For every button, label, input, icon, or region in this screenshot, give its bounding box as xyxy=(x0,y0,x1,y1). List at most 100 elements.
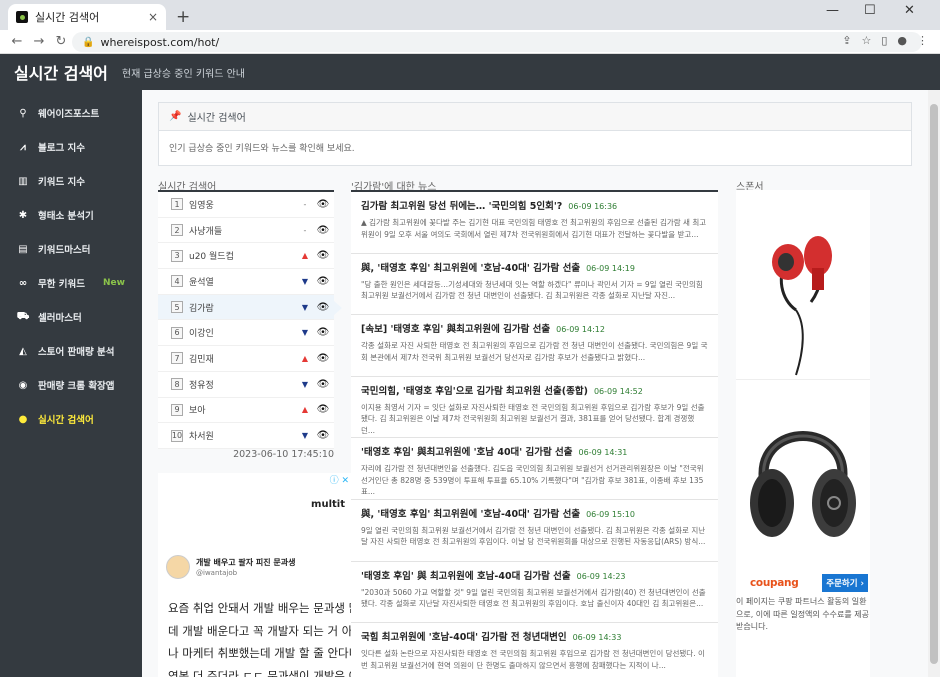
eye-icon[interactable]: 👁 xyxy=(312,404,334,415)
eye-icon[interactable]: 👁 xyxy=(312,199,334,210)
news-desc: 잇다른 설화 논란으로 자진사퇴한 태영호 전 국민의힘 최고위원 후임으로 김… xyxy=(361,649,705,670)
news-item[interactable]: 국힘 최고위원에 '호남-40대' 김가람 전 청년대변인 06-09 14:33… xyxy=(351,623,718,677)
news-item[interactable]: '태영호 후임' 與최고위원에 '호남 40대' 김가람 선출 06-09 14:… xyxy=(351,438,718,500)
ad-line: 데 개발 배운다고 꼭 개발자 되는 거 아님! xyxy=(168,623,351,638)
keyword-row[interactable]: 7 김민재 ▲ 👁 xyxy=(158,346,334,372)
news-desc: "2030과 5060 가교 역할할 것" 9일 열린 국민의힘 최고위원 보궐… xyxy=(361,587,706,609)
site-title[interactable]: 실시간 검색어 xyxy=(14,60,108,84)
sidebar-item-keyword-index[interactable]: ▥ 키워드 지수 xyxy=(0,164,142,198)
new-tab-button[interactable]: + xyxy=(176,7,190,27)
news-title[interactable]: 김가람 최고위원 당선 뒤에는… '국민의힘 5인회'? xyxy=(361,201,562,212)
news-title[interactable]: [속보] '태영호 후임' 與최고위원에 김가람 선출 xyxy=(361,324,550,335)
eye-icon[interactable]: 👁 xyxy=(312,276,334,287)
share-icon[interactable]: ⇪ xyxy=(842,34,851,47)
keyword-text: 보아 xyxy=(189,406,206,417)
news-item[interactable]: 국민의힘, '태영호 후임'으로 김가람 최고위원 선출(종합) 06-09 14… xyxy=(351,377,718,439)
news-title-line[interactable]: 與, '태영호 후임' 최고위원에 '호남-40대' 김가람 선출 06-09 1… xyxy=(361,506,708,520)
address-toolbar: ← → ↻ 🔒 whereispost.com/hot/ ⇪ ☆ ▯ ● ⋮ xyxy=(0,30,940,54)
news-title[interactable]: 與, '태영호 후임' 최고위원에 '호남-40대' 김가람 선출 xyxy=(361,263,580,274)
keyword-row[interactable]: 2 사냥개들 - 👁 xyxy=(158,218,334,244)
keyword-text: 윤석열 xyxy=(189,277,214,288)
news-title-line[interactable]: 김가람 최고위원 당선 뒤에는… '국민의힘 5인회'? 06-09 16:36 xyxy=(361,198,708,212)
news-title-line[interactable]: '태영호 후임' 與 최고위원에 호남-40대 김가람 선출 06-09 14:2… xyxy=(361,568,708,582)
news-title-line[interactable]: 국힘 최고위원에 '호남-40대' 김가람 전 청년대변인 06-09 14:33 xyxy=(361,629,708,643)
news-title[interactable]: 與, '태영호 후임' 최고위원에 '호남-40대' 김가람 선출 xyxy=(361,509,580,520)
news-title[interactable]: '태영호 후임' 與최고위원에 '호남 40대' 김가람 선출 xyxy=(361,447,573,458)
sidebar-item-realtime[interactable]: ● 실시간 검색어 xyxy=(0,402,142,436)
keyword-row-selected[interactable]: 5 김가람 ▼ 👁 xyxy=(158,294,342,321)
news-title-line[interactable]: 與, '태영호 후임' 최고위원에 '호남-40대' 김가람 선출 06-09 1… xyxy=(361,260,708,274)
headphone-product-image[interactable] xyxy=(736,381,870,573)
profile-icon[interactable]: ● xyxy=(897,34,907,47)
news-title-line[interactable]: [속보] '태영호 후임' 與최고위원에 김가람 선출 06-09 14:12 xyxy=(361,321,708,335)
keyword-row[interactable]: 9 보아 ▲ 👁 xyxy=(158,398,334,424)
news-item[interactable]: '태영호 후임' 與 최고위원에 호남-40대 김가람 선출 06-09 14:2… xyxy=(351,562,718,624)
eye-icon[interactable]: 👁 xyxy=(312,225,334,236)
news-time: 06-09 14:31 xyxy=(578,448,628,458)
sidebar-item-morpheme[interactable]: ✱ 형태소 분석기 xyxy=(0,198,142,232)
keyword-row[interactable]: 10 차서원 ▼ 👁 xyxy=(158,423,334,449)
news-item[interactable]: 김가람 최고위원 당선 뒤에는… '국민의힘 5인회'? 06-09 16:36 … xyxy=(351,192,718,254)
sidebar-item-label: 키워드 지수 xyxy=(38,177,86,188)
news-title-line[interactable]: 국민의힘, '태영호 후임'으로 김가람 최고위원 선출(종합) 06-09 14… xyxy=(361,383,708,397)
eye-icon[interactable]: 👁 xyxy=(312,430,334,441)
sidebar-item-store-sales[interactable]: ◭ 스토어 판매량 분석 xyxy=(0,334,142,368)
eye-icon[interactable]: 👁 xyxy=(312,379,334,390)
forward-icon[interactable]: → xyxy=(28,34,50,49)
url-bar[interactable]: 🔒 whereispost.com/hot/ xyxy=(72,32,922,52)
keyword-row[interactable]: 4 윤석열 ▼ 👁 xyxy=(158,269,334,295)
close-tab-icon[interactable]: × xyxy=(148,10,158,24)
keyword-row[interactable]: 3 u20 월드컵 ▲ 👁 xyxy=(158,243,334,270)
pushpin-icon: 📌 xyxy=(169,111,182,122)
eye-icon[interactable]: 👁 xyxy=(312,250,334,261)
news-desc: 9일 열린 국민의힘 최고위원 보궐선거에서 김가람 전 청년 대변인이 선출됐… xyxy=(361,525,706,547)
keyword-text: 차서원 xyxy=(189,432,214,443)
sidebar-item-infinite-keyword[interactable]: ∞ 무한 키워드 New xyxy=(0,266,142,300)
page-scrollbar[interactable] xyxy=(928,90,940,677)
url-text: whereispost.com/hot/ xyxy=(100,35,220,49)
eye-icon[interactable]: 👁 xyxy=(312,327,334,338)
keyboard-icon: ▤ xyxy=(18,243,28,255)
news-item[interactable]: 與, '태영호 후임' 최고위원에 '호남-40대' 김가람 선출 06-09 1… xyxy=(351,254,718,316)
trend-up-icon: ▲ xyxy=(301,251,309,261)
news-item[interactable]: 與, '태영호 후임' 최고위원에 '호남-40대' 김가람 선출 06-09 1… xyxy=(351,500,718,562)
news-title[interactable]: 국힘 최고위원에 '호남-40대' 김가람 전 청년대변인 xyxy=(361,632,567,643)
ad-info-icon[interactable]: ⓘ ✕ xyxy=(330,473,349,486)
keyword-text: 이강인 xyxy=(189,329,214,340)
window-close-icon[interactable]: ✕ xyxy=(904,3,915,18)
sidepanel-icon[interactable]: ▯ xyxy=(881,34,887,47)
browser-tab[interactable]: 실시간 검색어 × xyxy=(8,4,166,30)
keyword-row[interactable]: 6 이강인 ▼ 👁 xyxy=(158,320,334,347)
minimize-icon[interactable]: — xyxy=(826,3,839,18)
news-item[interactable]: [속보] '태영호 후임' 與최고위원에 김가람 선출 06-09 14:12 각… xyxy=(351,315,718,377)
sidebar-item-whereispost[interactable]: ⚲ 웨어이즈포스트 xyxy=(0,96,142,130)
bookmark-star-icon[interactable]: ☆ xyxy=(861,34,871,47)
sidebar-item-blog-index[interactable]: ⩘ 블로그 지수 xyxy=(0,130,142,164)
keyword-row[interactable]: 1 임영웅 - 👁 xyxy=(158,192,334,218)
ad-banner-left[interactable]: ⓘ ✕ multit 개발 배우고 팔자 피진 문과생 @iwantajob 요… xyxy=(158,473,351,677)
rank-badge: 5 xyxy=(171,301,183,314)
back-icon[interactable]: ← xyxy=(6,34,28,49)
eye-icon[interactable]: 👁 xyxy=(312,353,334,364)
news-desc: 자리에 김가람 전 청년대변인을 선출했다. 김도읍 국민의힘 최고위원 보궐선… xyxy=(361,464,704,497)
news-title[interactable]: 국민의힘, '태영호 후임'으로 김가람 최고위원 선출(종합) xyxy=(361,386,588,397)
sidebar-item-keyword-master[interactable]: ▤ 키워드마스터 xyxy=(0,232,142,266)
reload-icon[interactable]: ↻ xyxy=(50,34,72,49)
maximize-icon[interactable]: ☐ xyxy=(864,3,876,18)
new-badge: New xyxy=(103,278,125,288)
keyword-row[interactable]: 8 정유정 ▼ 👁 xyxy=(158,372,334,398)
sidebar-item-chrome-ext[interactable]: ◉ 판매량 크롬 확장앱 xyxy=(0,368,142,402)
trend-down-icon: ▼ xyxy=(301,431,309,441)
news-title[interactable]: '태영호 후임' 與 최고위원에 호남-40대 김가람 선출 xyxy=(361,571,571,582)
partners-disclaimer: 이 페이지는 쿠팡 파트너스 활동의 일환으로, 이에 따른 일정액의 수수료를… xyxy=(736,597,870,631)
menu-icon[interactable]: ⋮ xyxy=(917,34,928,47)
coupang-logo[interactable]: coupang xyxy=(750,577,799,589)
order-button[interactable]: 주문하기 › xyxy=(822,574,868,592)
scrollbar-thumb[interactable] xyxy=(930,104,938,664)
news-title-line[interactable]: '태영호 후임' 與최고위원에 '호남 40대' 김가람 선출 06-09 14:… xyxy=(361,444,708,458)
eye-icon[interactable]: 👁 xyxy=(312,302,334,313)
sidebar-item-seller-master[interactable]: ⛟ 셀러마스터 xyxy=(0,300,142,334)
earphone-product-image[interactable] xyxy=(736,190,870,380)
updated-timestamp: 2023-06-10 17:45:10 xyxy=(233,449,334,460)
keyword-text: 사냥개들 xyxy=(189,226,223,237)
